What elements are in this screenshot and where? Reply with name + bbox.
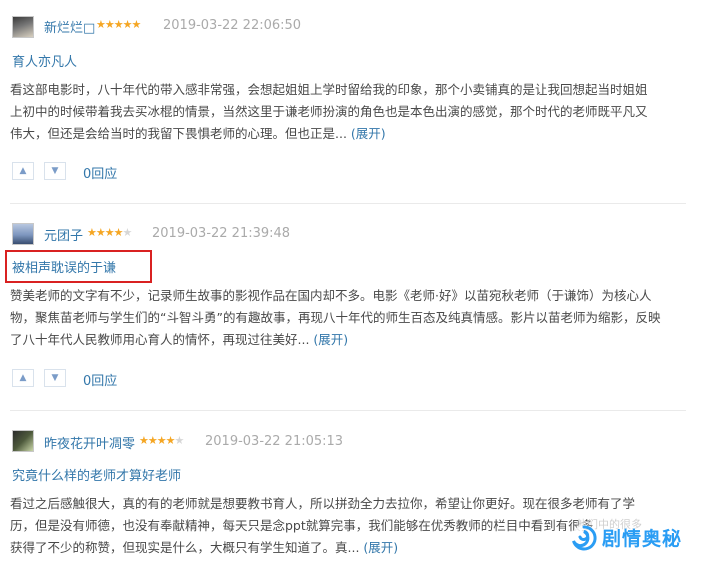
- star-empty-icon: ★: [174, 434, 184, 447]
- avatar[interactable]: [12, 430, 34, 452]
- star-icon: ★★★★: [139, 434, 175, 447]
- review-date: 2019-03-22 21:05:13: [205, 434, 344, 449]
- review-text-line: 看过之后感触很大，真的有的老师就是想要教书育人，所以拼劲全力去拉你，希望让你更好…: [10, 496, 636, 511]
- watermark: 剧情奥秘: [570, 520, 710, 554]
- review-author[interactable]: 昨夜花开叶凋零: [44, 433, 135, 452]
- watermark-text: 剧情奥秘: [602, 528, 683, 550]
- review-title[interactable]: 究竟什么样的老师才算好老师: [12, 465, 181, 484]
- review-3: 昨夜花开叶凋零 ★★★★★ 2019-03-22 21:05:13 究竟什么样的…: [0, 0, 700, 567]
- rating-stars: ★★★★★: [139, 434, 184, 447]
- expand-link[interactable]: (展开): [363, 540, 398, 555]
- spiral-logo-icon: [571, 525, 597, 551]
